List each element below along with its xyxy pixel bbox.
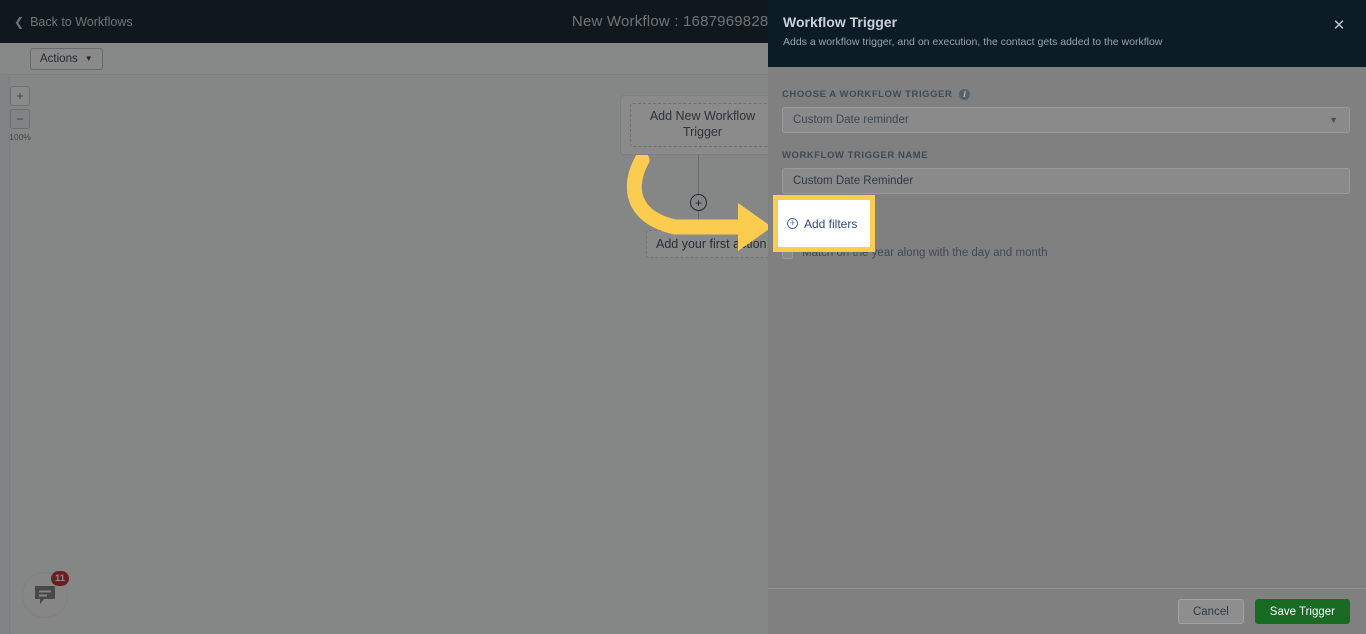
back-to-workflows-link[interactable]: ❮ Back to Workflows	[14, 15, 133, 29]
plus-circle-icon[interactable]: +	[690, 194, 707, 211]
workflow-trigger-panel: Workflow Trigger Adds a workflow trigger…	[768, 0, 1366, 634]
workflow-trigger-node[interactable]: Add New Workflow Trigger	[620, 95, 785, 155]
add-filters-label: Add filters	[804, 216, 858, 231]
minus-icon: −	[16, 112, 24, 126]
cancel-button-label: Cancel	[1192, 605, 1229, 618]
back-to-workflows-label: Back to Workflows	[30, 14, 133, 29]
choose-trigger-label: CHOOSE A WORKFLOW TRIGGER i	[782, 89, 1350, 100]
chevron-down-icon: ▼	[84, 54, 93, 63]
zoom-level-label: 100%	[9, 132, 31, 142]
chat-widget-button[interactable]: 11	[22, 570, 70, 618]
plus-icon: +	[16, 89, 24, 103]
chat-unread-badge: 11	[49, 570, 70, 587]
trigger-name-field: WORKFLOW TRIGGER NAME	[782, 150, 1350, 194]
zoom-in-button[interactable]: +	[10, 86, 30, 106]
trigger-name-label-text: WORKFLOW TRIGGER NAME	[782, 150, 929, 161]
panel-footer: Cancel Save Trigger	[768, 588, 1366, 634]
cancel-button[interactable]: Cancel	[1177, 599, 1244, 624]
actions-dropdown-button[interactable]: Actions ▼	[30, 48, 103, 70]
trigger-name-label: WORKFLOW TRIGGER NAME	[782, 150, 1350, 161]
add-filters-button[interactable]: + Add filters	[778, 217, 857, 231]
choose-trigger-field: CHOOSE A WORKFLOW TRIGGER i Custom Date …	[782, 89, 1350, 133]
panel-title: Workflow Trigger	[783, 14, 898, 30]
workflow-trigger-node-label: Add New Workflow Trigger	[630, 103, 775, 147]
actions-dropdown-label: Actions	[40, 53, 78, 65]
choose-trigger-value: Custom Date reminder	[793, 114, 909, 126]
add-first-action-label: Add your first action	[656, 237, 767, 251]
close-icon[interactable]: ✕	[1330, 16, 1348, 34]
canvas-left-rail	[0, 75, 10, 634]
chevron-left-icon: ❮	[14, 14, 25, 29]
info-icon[interactable]: i	[959, 89, 971, 100]
plus-circle-icon: +	[787, 218, 798, 229]
choose-trigger-select[interactable]: Custom Date reminder ▼	[782, 107, 1350, 133]
trigger-name-input[interactable]	[782, 168, 1350, 194]
choose-trigger-label-text: CHOOSE A WORKFLOW TRIGGER	[782, 89, 953, 100]
add-filters-highlight: + Add filters	[773, 195, 875, 252]
save-trigger-button[interactable]: Save Trigger	[1254, 599, 1350, 624]
save-trigger-button-label: Save Trigger	[1269, 605, 1335, 618]
zoom-controls: + − 100%	[9, 86, 31, 142]
chevron-down-icon: ▼	[1329, 115, 1338, 125]
panel-subtitle: Adds a workflow trigger, and on executio…	[783, 36, 1163, 48]
panel-header: Workflow Trigger Adds a workflow trigger…	[768, 0, 1366, 67]
panel-body: CHOOSE A WORKFLOW TRIGGER i Custom Date …	[768, 67, 1366, 588]
app-root: ❮ Back to Workflows New Workflow : 16879…	[0, 0, 1366, 634]
zoom-out-button[interactable]: −	[10, 109, 30, 129]
